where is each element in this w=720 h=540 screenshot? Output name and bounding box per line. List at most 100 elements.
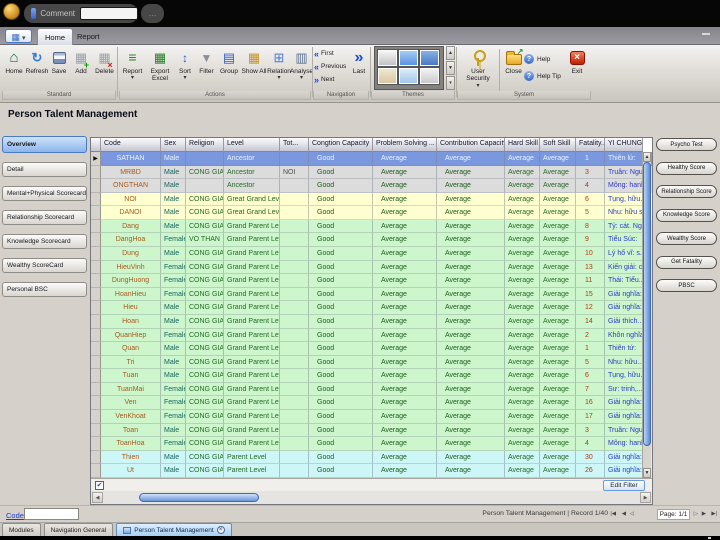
table-row[interactable]: TuanMaiFemaleCONG GIAOGrand Parent Level… <box>91 382 652 397</box>
coin-icon[interactable] <box>3 3 20 20</box>
table-row[interactable]: DungMaleCONG GIAOGrand Parent LevelGoodA… <box>91 247 652 261</box>
relation-button[interactable]: Relation ▾ <box>267 46 291 89</box>
table-row[interactable]: ToanHoaFemaleCONG GIAOGrand Parent Level… <box>91 437 652 451</box>
code-link[interactable]: Code <box>6 511 24 520</box>
sidebar-tab-wealthy-scorecard[interactable]: Wealthy ScoreCard <box>2 258 87 273</box>
column-header-yuching[interactable]: YI CHUNG <box>605 138 643 152</box>
refresh-button[interactable]: Refresh <box>26 46 49 89</box>
help-tip-button[interactable]: Help Tip <box>524 70 564 82</box>
column-header-code[interactable]: Code <box>101 138 161 152</box>
filter-button[interactable]: Filter <box>196 46 217 89</box>
table-row[interactable]: UtMaleCONG GIAOParent LevelGoodAverageAv… <box>91 464 652 478</box>
user-security-button[interactable]: User Security ▾ <box>459 46 497 89</box>
sidebar-tab-knowledge-scorecard[interactable]: Knowledge Scorecard <box>2 234 87 249</box>
next-button[interactable]: Next <box>314 74 350 85</box>
theme-swatch-2[interactable] <box>398 49 419 67</box>
scroll-up-icon[interactable]: ▲ <box>446 46 455 60</box>
wealthy-score-button[interactable]: Wealthy Score <box>656 232 717 245</box>
close-icon[interactable]: × <box>216 526 225 534</box>
table-row[interactable]: ThienMaleCONG GIAOParent LevelGoodAverag… <box>91 450 652 465</box>
table-row[interactable]: HoanMaleCONG GIAOGrand Parent LevelGoodA… <box>91 314 652 329</box>
column-header-level[interactable]: Level <box>224 138 280 152</box>
analyse-button[interactable]: Analyse ▾ <box>290 46 313 89</box>
next-page-icon[interactable] <box>694 511 698 517</box>
minimize-icon[interactable] <box>702 33 710 35</box>
vertical-scrollbar-thumb[interactable] <box>643 162 651 446</box>
horizontal-scrollbar[interactable]: ◀ ▶ <box>91 491 652 504</box>
tab-home[interactable]: Home <box>37 28 74 45</box>
application-menu-button[interactable] <box>5 29 32 43</box>
prev-page-icon[interactable] <box>630 511 634 517</box>
code-input[interactable] <box>24 508 79 520</box>
export-excel-button[interactable]: Export Excel <box>147 46 173 89</box>
table-row[interactable]: ToanMaleCONG GIAOGrand Parent LevelGoodA… <box>91 423 652 438</box>
comment-input[interactable] <box>80 7 138 20</box>
table-row[interactable]: QuanHiepFemaleCONG GIAOGrand Parent Leve… <box>91 328 652 343</box>
relationship-score-button[interactable]: Relationship Score <box>656 185 717 198</box>
filter-checkbox[interactable] <box>95 481 104 490</box>
sidebar-tab-overview[interactable]: Overview <box>2 136 87 153</box>
table-row[interactable]: DANOIMaleCONG GIAOGreat Grand LevelGoodA… <box>91 206 652 220</box>
sidebar-tab-mental-physical-scorecard[interactable]: Mental+Physical Scorecard <box>2 186 87 201</box>
theme-swatch-1[interactable] <box>377 49 398 67</box>
table-row[interactable]: DangMaleCONG GIAOGrand Parent LevelGoodA… <box>91 219 652 234</box>
group-button[interactable]: Group <box>218 46 240 89</box>
sidebar-tab-detail[interactable]: Detail <box>2 162 87 177</box>
table-row[interactable]: QuanMaleCONG GIAOGrand Parent LevelGoodA… <box>91 342 652 356</box>
table-row[interactable]: NOIMaleCONG GIAOGreat Grand LevelGoodAve… <box>91 192 652 207</box>
column-header-contribution[interactable]: Contribution Capacity <box>437 138 505 152</box>
last-page-icon[interactable] <box>711 511 717 517</box>
last-button[interactable]: Last <box>350 46 368 89</box>
add-button[interactable]: Add <box>70 46 92 89</box>
help-button[interactable]: Help <box>524 53 564 65</box>
show-all-button[interactable]: Show All <box>241 46 267 89</box>
table-row[interactable]: ▶ SATHAN Male Ancestor Good Average Average Ave… <box>91 152 652 166</box>
home-button[interactable]: Home <box>3 46 25 89</box>
edit-filter-button[interactable]: Edit Filter <box>603 480 645 491</box>
column-header-problem[interactable]: Problem Solving ... <box>373 138 437 152</box>
bottom-tab-navigation-general[interactable]: Navigation General <box>43 523 114 536</box>
table-row[interactable]: VenKhoatFemaleCONG GIAOGrand Parent Leve… <box>91 409 652 424</box>
table-row[interactable]: VenFemaleCONG GIAOGrand Parent Level Good… <box>91 396 652 410</box>
scroll-left-icon[interactable]: ◀ <box>92 492 103 503</box>
tab-report[interactable]: Report <box>70 28 107 45</box>
table-row[interactable]: MRBDMaleCONG GIAOAncestorNOIGoodAverageA… <box>91 165 652 180</box>
theme-swatch-4[interactable] <box>377 67 398 85</box>
close-button[interactable]: Close <box>501 46 526 89</box>
column-header-tot[interactable]: Tot... <box>280 138 309 152</box>
table-row[interactable]: HieuMaleCONG GIAOGrand Parent LevelGoodA… <box>91 301 652 315</box>
healthy-score-button[interactable]: Healthy Score <box>656 161 717 175</box>
table-row[interactable]: TriMaleCONG GIAOGrand Parent LevelGoodAv… <box>91 355 652 370</box>
delete-button[interactable]: Delete <box>93 46 116 89</box>
bottom-tab-modules[interactable]: Modules <box>2 523 41 536</box>
scroll-down-icon[interactable]: ▼ <box>643 468 651 478</box>
gallery-expand-icon[interactable]: ▾ <box>446 76 455 90</box>
table-row[interactable]: ONGTHAN Male Ancestor Good Average Average Ave… <box>91 179 652 193</box>
pbsc-button[interactable]: PBSC <box>656 279 717 292</box>
theme-swatch-6[interactable] <box>419 67 440 85</box>
sidebar-tab-relationship-scorecard[interactable]: Relationship Scorecard <box>2 210 87 225</box>
first-button[interactable]: First <box>314 48 350 59</box>
theme-swatch-3[interactable] <box>419 49 440 67</box>
save-button[interactable]: Save <box>48 46 70 89</box>
table-row[interactable]: TuanMaleCONG GIAOGrand Parent LevelGoodA… <box>91 369 652 383</box>
column-header-sex[interactable]: Sex <box>161 138 186 152</box>
table-row[interactable]: HoanHieuFemaleCONG GIAOGrand Parent Leve… <box>91 287 652 302</box>
exit-button[interactable]: Exit <box>566 46 588 89</box>
scroll-up-icon[interactable]: ▲ <box>643 152 651 162</box>
vertical-scrollbar[interactable]: ▲ ▼ <box>642 152 651 478</box>
scroll-down-icon[interactable]: ▼ <box>446 61 455 75</box>
psycho-test-button[interactable]: Psycho Test <box>656 138 717 151</box>
first-page-icon[interactable] <box>610 511 616 517</box>
knowledge-score-button[interactable]: Knowledge Score <box>656 208 717 222</box>
column-header-cognition[interactable]: Congtion Capacity <box>309 138 373 152</box>
column-header-hard[interactable]: Hard Skill <box>505 138 540 152</box>
table-row[interactable]: DangHoaFemaleVO THANGrand Parent Level Go… <box>91 233 652 248</box>
scroll-right-icon[interactable]: ▶ <box>640 492 651 503</box>
sort-button[interactable]: Sort ▾ <box>175 46 195 89</box>
column-header-religion[interactable]: Religion <box>186 138 224 152</box>
table-row[interactable]: HieuVinhFemaleCONG GIAOGrand Parent Leve… <box>91 260 652 275</box>
next-page-fast-icon[interactable] <box>702 511 706 517</box>
horizontal-scrollbar-thumb[interactable] <box>139 493 259 502</box>
overlay-more-button[interactable]: … <box>141 4 164 23</box>
